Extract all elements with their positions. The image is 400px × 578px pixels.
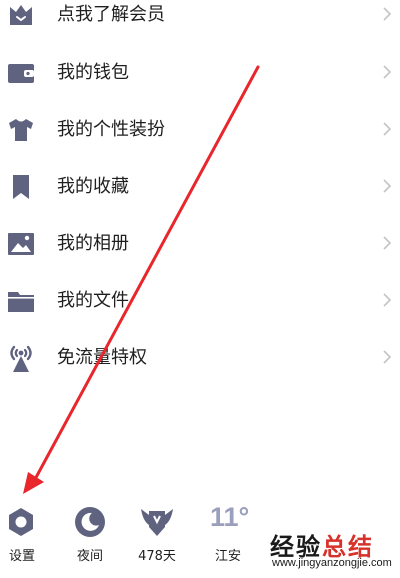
- menu-item-label: 点我了解会员: [57, 4, 165, 25]
- menu-item-label: 我的相册: [57, 233, 129, 254]
- chevron-right-icon: [383, 65, 392, 79]
- bookmark-icon: [6, 172, 36, 202]
- winged-badge-icon: [139, 504, 175, 540]
- night-mode-button[interactable]: 夜间: [68, 500, 112, 570]
- chevron-right-icon: [383, 7, 392, 21]
- menu-item-label: 我的钱包: [57, 62, 129, 83]
- menu-item-label: 我的个性装扮: [57, 119, 165, 140]
- watermark: 经验总结 www.jingyanzongjie.com: [266, 527, 400, 578]
- weather-city-label: 江安: [214, 549, 241, 564]
- broadcast-icon: [6, 343, 36, 373]
- menu-item-free-data[interactable]: 免流量特权: [0, 339, 400, 379]
- menu-item-dressup[interactable]: 我的个性装扮: [0, 111, 400, 151]
- moon-icon: [72, 504, 108, 540]
- days-badge-button[interactable]: 478天: [135, 500, 179, 570]
- menu-item-album[interactable]: 我的相册: [0, 225, 400, 265]
- chevron-right-icon: [383, 236, 392, 250]
- chevron-right-icon: [383, 122, 392, 136]
- days-label: 478天: [138, 549, 176, 564]
- arrow-head: [23, 472, 44, 494]
- weather-temperature: 11°: [210, 502, 250, 532]
- wallet-icon: [6, 58, 36, 88]
- menu-item-label: 我的文件: [57, 290, 129, 311]
- menu-item-vip[interactable]: 点我了解会员: [0, 0, 400, 36]
- chevron-right-icon: [383, 293, 392, 307]
- menu-item-label: 我的收藏: [57, 176, 129, 197]
- settings-label: 设置: [8, 549, 35, 564]
- night-mode-label: 夜间: [76, 549, 103, 564]
- tshirt-icon: [6, 115, 36, 145]
- menu-item-label: 免流量特权: [57, 347, 147, 368]
- settings-button[interactable]: 设置: [0, 500, 44, 570]
- menu-item-files[interactable]: 我的文件: [0, 282, 400, 322]
- menu-item-wallet[interactable]: 我的钱包: [0, 54, 400, 94]
- folder-icon: [6, 286, 36, 316]
- menu-item-favorites[interactable]: 我的收藏: [0, 168, 400, 208]
- weather-button[interactable]: 11° 江安: [206, 500, 250, 570]
- chevron-right-icon: [383, 350, 392, 364]
- vip-crown-icon: [6, 0, 36, 30]
- gear-icon: [3, 504, 39, 540]
- chevron-right-icon: [383, 179, 392, 193]
- photo-album-icon: [6, 229, 36, 259]
- watermark-url: www.jingyanzongjie.com: [272, 557, 392, 569]
